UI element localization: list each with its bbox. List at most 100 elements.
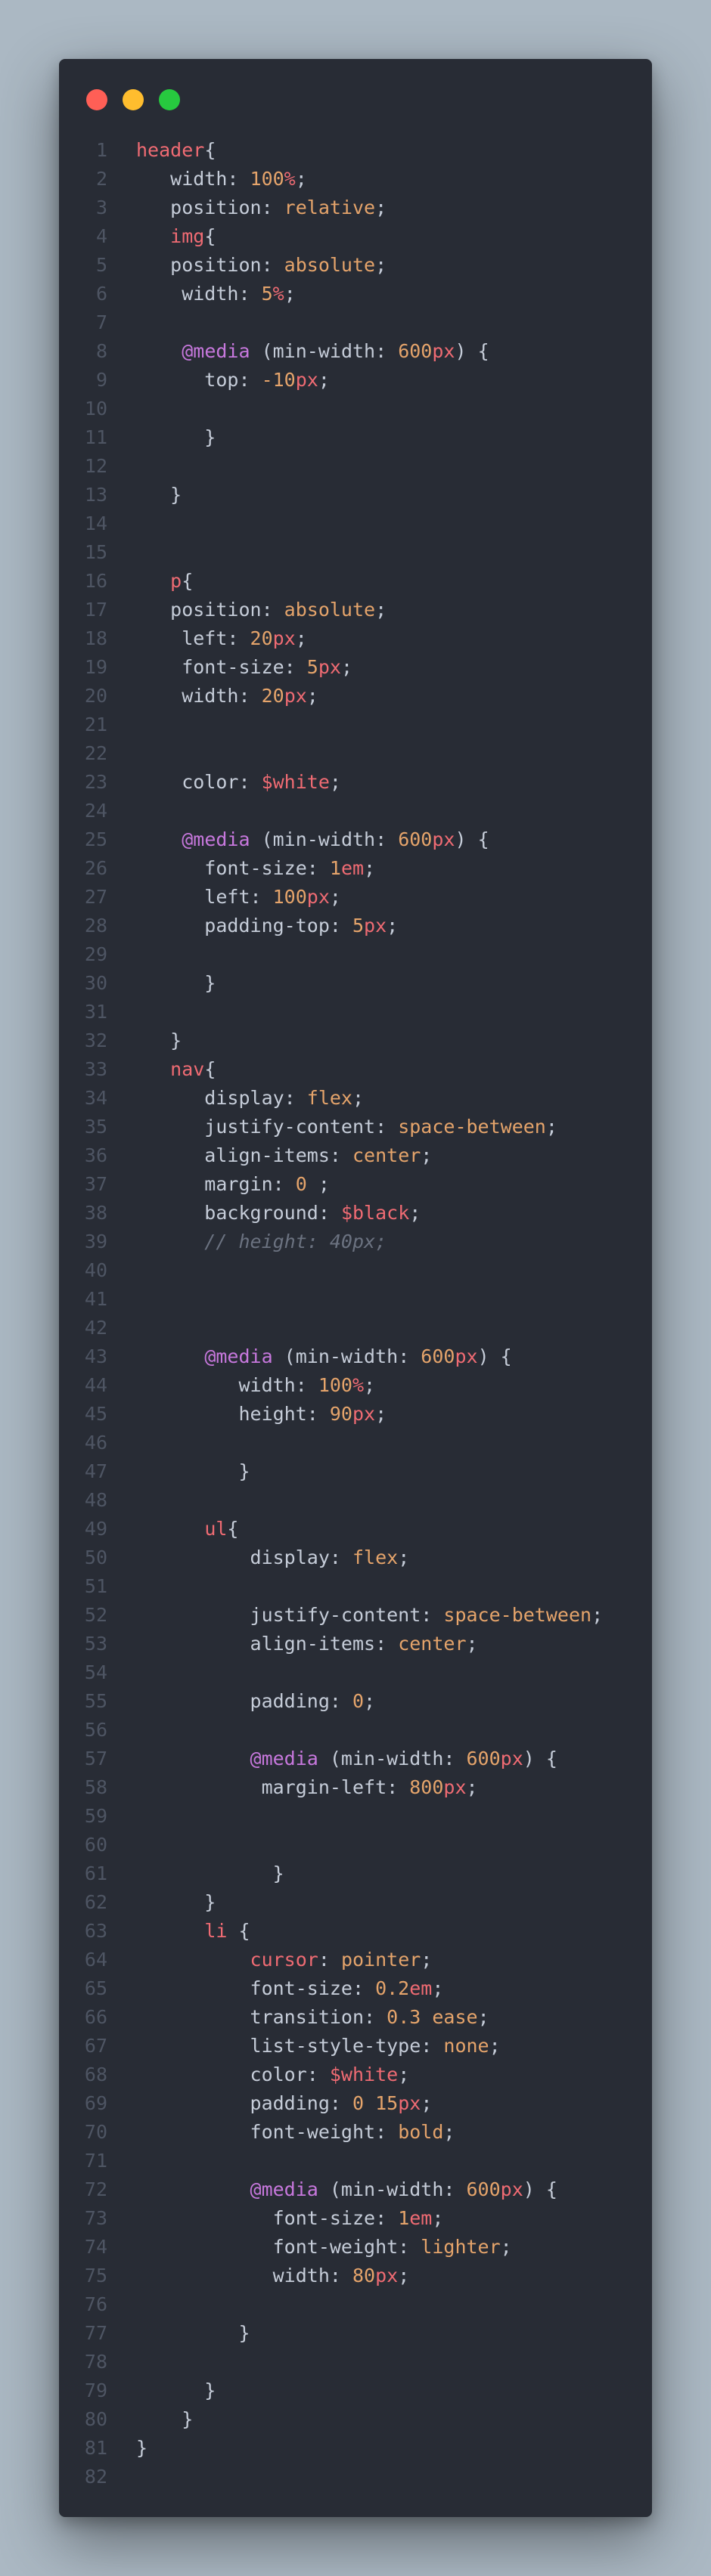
code-token: 600 [421, 1345, 455, 1367]
line-number: 57 [84, 1748, 107, 1769]
code-token: 20 [261, 685, 284, 707]
code-text: width: 100%; [136, 165, 307, 194]
code-line: 62 } [59, 1888, 652, 1917]
code-token: ; [421, 1144, 433, 1166]
line-number: 37 [84, 1173, 107, 1195]
code-token: ; [477, 2006, 489, 2028]
line-number: 60 [84, 1834, 107, 1856]
code-token: left: [136, 627, 250, 649]
code-token: font-size: [136, 2207, 399, 2229]
code-text: font-size: 0.2em; [136, 1974, 444, 2003]
code-line: 31 [59, 998, 652, 1026]
code-line: 39 // height: 40px; [59, 1228, 652, 1256]
code-line: 27 left: 100px; [59, 883, 652, 912]
code-token: ul [204, 1518, 228, 1540]
code-token: 0.3 [387, 2006, 421, 2028]
code-token: ; [387, 915, 399, 937]
code-line: 59 [59, 1802, 652, 1831]
line-number: 58 [84, 1776, 107, 1798]
line-number: 9 [95, 369, 107, 391]
code-text: left: 100px; [136, 883, 341, 912]
code-text: padding: 0; [136, 1687, 376, 1716]
code-line: 36 align-items: center; [59, 1141, 652, 1170]
code-text: top: -10px; [136, 366, 330, 395]
code-line: 19 font-size: 5px; [59, 653, 652, 682]
code-text: padding: 0 15px; [136, 2089, 433, 2118]
code-token: px [284, 685, 307, 707]
code-token: } [136, 1460, 250, 1482]
code-line: 25 @media (min-width: 600px) { [59, 825, 652, 854]
code-line: 51 [59, 1572, 652, 1601]
code-line: 46 [59, 1429, 652, 1457]
code-token: pointer [340, 1949, 421, 1971]
line-number: 77 [84, 2322, 107, 2344]
code-text: } [136, 1859, 284, 1888]
code-token: % [284, 168, 296, 190]
line-number: 22 [84, 742, 107, 764]
code-token: ; [432, 1977, 444, 1999]
code-line: 61 } [59, 1859, 652, 1888]
code-token: ; [352, 1087, 365, 1109]
code-token: ; [340, 656, 353, 678]
code-token: width: [136, 283, 262, 305]
code-token: list-style-type: [136, 2035, 444, 2057]
line-number: 41 [84, 1288, 107, 1310]
code-line: 18 left: 20px; [59, 624, 652, 653]
code-line: 73 font-size: 1em; [59, 2204, 652, 2233]
code-text: font-size: 1em; [136, 854, 375, 883]
line-number: 63 [84, 1920, 107, 1942]
line-number: 70 [84, 2121, 107, 2143]
code-token: em [409, 1977, 433, 1999]
code-token: px [432, 340, 455, 362]
code-text: list-style-type: none; [136, 2032, 501, 2060]
code-text: header{ [136, 136, 216, 165]
code-token: @media [250, 2178, 318, 2200]
code-token: 0 15 [352, 2092, 399, 2114]
line-number: 42 [84, 1317, 107, 1339]
code-token: flex [306, 1087, 352, 1109]
code-token: padding-top: [136, 915, 352, 937]
code-line: 10 [59, 395, 652, 423]
code-line: 69 padding: 0 15px; [59, 2089, 652, 2118]
maximize-window-button[interactable] [159, 89, 180, 110]
code-token: space-between [398, 1116, 546, 1138]
line-number: 33 [84, 1058, 107, 1080]
line-number: 79 [84, 2379, 107, 2401]
code-token: 0 [352, 1690, 365, 1712]
code-line: 75 width: 80px; [59, 2262, 652, 2290]
code-line: 67 list-style-type: none; [59, 2032, 652, 2060]
code-text: color: $white; [136, 2060, 410, 2089]
code-token: font-weight: [136, 2236, 421, 2258]
minimize-window-button[interactable] [123, 89, 144, 110]
code-token: 1 [398, 2207, 410, 2229]
close-window-button[interactable] [86, 89, 107, 110]
code-token: (min-width: [250, 828, 399, 850]
code-token: (min-width: [272, 1345, 421, 1367]
code-token: ; [421, 2092, 433, 2114]
code-token: ; [375, 197, 387, 218]
line-number: 65 [84, 1977, 107, 1999]
code-line: 22 [59, 739, 652, 768]
code-token: } [136, 2437, 148, 2459]
code-token: background: [136, 1202, 341, 1224]
code-token: px [375, 2265, 399, 2287]
code-token: font-size: [136, 1977, 376, 1999]
line-number: 21 [84, 714, 107, 735]
code-token: width: [136, 1374, 318, 1396]
code-text: margin-left: 800px; [136, 1773, 478, 1802]
code-token: px [318, 656, 341, 678]
code-token: (min-width: [318, 1748, 467, 1769]
line-number: 59 [84, 1805, 107, 1827]
line-number: 76 [84, 2293, 107, 2315]
line-number: 16 [84, 570, 107, 592]
line-number: 14 [84, 512, 107, 534]
code-text: img{ [136, 222, 216, 251]
code-line: 4 img{ [59, 222, 652, 251]
code-line: 3 position: relative; [59, 194, 652, 222]
line-number: 27 [84, 886, 107, 908]
code-text: p{ [136, 567, 193, 596]
code-token: font-weight: [136, 2121, 399, 2143]
code-token: ; [466, 1776, 478, 1798]
